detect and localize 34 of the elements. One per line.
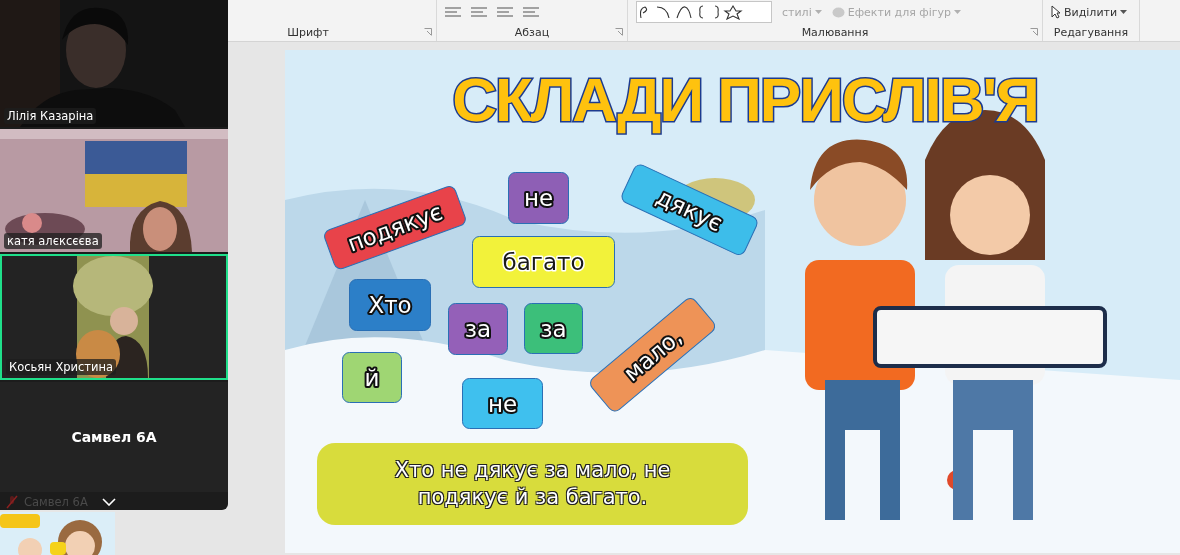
participant-name: катя алєксєєва bbox=[4, 233, 102, 249]
word-card[interactable]: багато bbox=[472, 236, 615, 288]
answer-text: Хто не дякує за мало, не подякує й за багато. bbox=[317, 443, 748, 525]
caret-icon bbox=[1120, 9, 1128, 15]
participant-name: Самвел 6А bbox=[70, 429, 158, 445]
align-icon bbox=[445, 7, 461, 17]
word-card[interactable]: не bbox=[508, 172, 569, 224]
participant-tile[interactable]: Косьян Христина bbox=[0, 254, 228, 380]
dialog-launcher-icon[interactable] bbox=[1030, 28, 1038, 36]
align-icon bbox=[523, 7, 539, 17]
participant-tile[interactable]: Лілія Казаріна bbox=[0, 0, 228, 127]
align-icon bbox=[471, 7, 487, 17]
word-card[interactable]: Хто bbox=[349, 279, 431, 331]
word-card[interactable]: за bbox=[524, 303, 583, 354]
group-label: Малювання bbox=[801, 26, 869, 39]
caret-icon bbox=[954, 9, 961, 15]
group-label: Редагування bbox=[1053, 26, 1129, 39]
dialog-launcher-icon[interactable] bbox=[424, 28, 432, 36]
group-label: Абзац bbox=[514, 26, 550, 39]
participant-name: Косьян Христина bbox=[6, 359, 117, 375]
select-dropdown[interactable]: Виділити bbox=[1051, 5, 1128, 19]
align-icon bbox=[497, 7, 513, 17]
shape-gallery[interactable] bbox=[636, 1, 772, 23]
chevron-down-icon[interactable] bbox=[101, 498, 116, 506]
word-card[interactable]: за bbox=[448, 303, 508, 355]
participant-name: Лілія Казаріна bbox=[4, 108, 97, 124]
word-card[interactable]: дякує bbox=[619, 162, 761, 258]
cursor-icon bbox=[1051, 5, 1061, 19]
slide-title: СКЛАДИ ПРИСЛІВ'Я bbox=[451, 64, 1039, 135]
group-label: Шрифт bbox=[287, 26, 329, 39]
dialog-launcher-icon[interactable] bbox=[615, 28, 623, 36]
participant-tile[interactable]: Самвел 6А bbox=[0, 382, 228, 492]
caret-icon bbox=[814, 9, 822, 15]
participant-tile[interactable]: катя алєксєєва bbox=[0, 129, 228, 252]
